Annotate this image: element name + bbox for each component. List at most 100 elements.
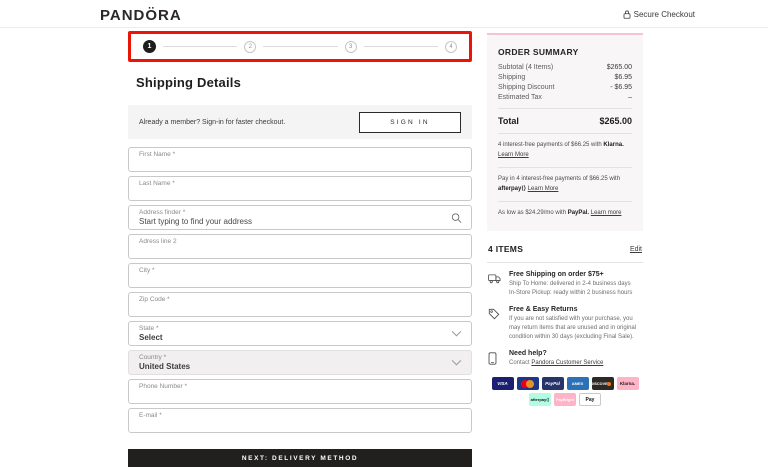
amex-badge: AMEX <box>567 377 589 390</box>
summary-row: Shipping $6.95 <box>498 74 632 81</box>
summary-row: Subtotal (4 Items) $265.00 <box>498 64 632 71</box>
field-label: State * <box>139 325 461 332</box>
bnpl-brand: PayPal. <box>568 210 589 216</box>
city-field[interactable]: City * <box>128 263 472 288</box>
state-select[interactable]: State *Select <box>128 321 472 346</box>
secure-checkout-label: Secure Checkout <box>634 10 695 19</box>
paypal-badge: PayPal <box>542 377 564 390</box>
email-field[interactable]: E-mail * <box>128 408 472 433</box>
info-title: Need help? <box>509 350 603 357</box>
info-body: If you are not satisfied with your purch… <box>509 315 643 342</box>
bnpl-promo: Pay in 4 interest-free payments of $66.2… <box>498 175 632 194</box>
summary-row-value: – <box>628 94 632 101</box>
field-label: Zip Code * <box>139 296 461 303</box>
first-name-field[interactable]: First Name * <box>128 147 472 172</box>
step-2[interactable]: 2 <box>244 41 256 53</box>
bnpl-promo: 4 interest-free payments of $66.25 with … <box>498 141 632 160</box>
discover-badge: DISCOVER <box>592 377 614 390</box>
field-value: Select <box>139 333 461 342</box>
mastercard-badge <box>517 377 539 390</box>
summary-row-value: $6.95 <box>614 74 632 81</box>
divider <box>498 201 632 202</box>
apple-pay-badge: Pay <box>579 393 601 406</box>
divider <box>498 108 632 109</box>
info-section: Need help? Contact Pandora Customer Servi… <box>487 350 643 368</box>
stepper-annotation-box: 1 2 3 4 <box>128 31 472 62</box>
order-summary-sidebar: ORDER SUMMARY Subtotal (4 Items)$265.00S… <box>487 33 643 406</box>
summary-row-value: - $6.95 <box>610 84 632 91</box>
summary-row: Shipping Discount - $6.95 <box>498 84 632 91</box>
lock-icon <box>623 10 631 19</box>
checkout-main-column: 1 2 3 4 Shipping Details Already a member? … <box>128 31 472 467</box>
field-placeholder: Start typing to find your address <box>139 217 461 226</box>
bnpl-promo: As low as $24.29/mo with PayPal. Learn m… <box>498 209 632 218</box>
learn-more-link[interactable]: Learn more <box>591 210 622 216</box>
chevron-down-icon <box>451 330 462 337</box>
info-title: Free Shipping on order $75+ <box>509 271 632 278</box>
page-title: Shipping Details <box>136 75 472 90</box>
step-1-current[interactable]: 1 <box>143 40 156 53</box>
divider <box>498 133 632 134</box>
field-label: Country * <box>139 354 461 361</box>
step-4[interactable]: 4 <box>445 41 457 53</box>
country-select: Country *United States <box>128 350 472 375</box>
summary-row-value: $265.00 <box>607 64 632 71</box>
sign-in-button[interactable]: SIGN IN <box>359 112 461 133</box>
total-value: $265.00 <box>599 116 632 126</box>
field-label: First Name * <box>139 151 461 158</box>
field-label: Last Name * <box>139 180 461 187</box>
next-delivery-method-button[interactable]: NEXT: DELIVERY METHOD <box>128 449 472 467</box>
last-name-field[interactable]: Last Name * <box>128 176 472 201</box>
summary-row-label: Shipping Discount <box>498 84 554 91</box>
summary-row-label: Subtotal (4 Items) <box>498 64 553 71</box>
field-label: Address finder * <box>139 209 461 216</box>
learn-more-link[interactable]: Learn More <box>498 151 529 160</box>
info-section: Free Shipping on order $75+ Ship To Home:… <box>487 271 643 298</box>
divider <box>487 262 643 263</box>
phone-icon <box>488 350 501 368</box>
afterpay-badge: afterpay⟨⟩ <box>529 393 551 406</box>
step-connector <box>263 46 337 47</box>
shipping-details-form: First Name *Last Name *Address finder *S… <box>128 147 472 433</box>
signin-prompt-text: Already a member? Sign-in for faster che… <box>139 119 285 126</box>
truck-icon <box>488 271 501 298</box>
bnpl-brand: afterpay⟨⟩ <box>498 186 526 192</box>
learn-more-link[interactable]: Learn More <box>528 185 559 194</box>
signin-banner: Already a member? Sign-in for faster che… <box>128 105 472 139</box>
badge-row: VISAPayPalAMEXDISCOVERKlarna. <box>492 377 639 390</box>
info-sections: Free Shipping on order $75+ Ship To Home:… <box>487 271 643 368</box>
top-header-bar: PANDÖRA Secure Checkout <box>0 0 768 28</box>
info-body: Ship To Home: delivered in 2-4 business … <box>509 280 632 298</box>
customer-service-link[interactable]: Pandora Customer Service <box>531 360 603 366</box>
search-icon <box>451 212 462 223</box>
payment-methods-badges: VISAPayPalAMEXDISCOVERKlarna.afterpay⟨⟩P… <box>487 377 643 406</box>
info-section: Free & Easy ReturnsIf you are not satisf… <box>487 306 643 342</box>
paybright-badge: PayBright <box>554 393 576 406</box>
items-header-row: 4 ITEMS Edit <box>488 244 642 254</box>
zip-code-field[interactable]: Zip Code * <box>128 292 472 317</box>
address-line-2-field[interactable]: Adress line 2 <box>128 234 472 259</box>
edit-items-link[interactable]: Edit <box>630 246 642 253</box>
order-summary-panel: ORDER SUMMARY Subtotal (4 Items)$265.00S… <box>487 33 643 231</box>
items-count-label: 4 ITEMS <box>488 244 523 254</box>
summary-row: Estimated Tax– <box>498 94 632 101</box>
secure-checkout-indicator: Secure Checkout <box>623 10 695 19</box>
chevron-down-icon <box>451 359 462 366</box>
divider <box>498 167 632 168</box>
field-label: Phone Number * <box>139 383 461 390</box>
field-label: Adress line 2 <box>139 238 461 245</box>
field-label: City * <box>139 267 461 274</box>
step-3[interactable]: 3 <box>345 41 357 53</box>
field-label: E-mail * <box>139 412 461 419</box>
summary-row-label: Shipping <box>498 74 525 81</box>
order-summary-title: ORDER SUMMARY <box>498 47 632 57</box>
phone-number-field[interactable]: Phone Number * <box>128 379 472 404</box>
payment-promos: 4 interest-free payments of $66.25 with … <box>498 141 632 218</box>
pandora-logo[interactable]: PANDÖRA <box>100 7 182 24</box>
info-body: Contact Pandora Customer Service <box>509 359 603 368</box>
tag-icon <box>488 306 501 342</box>
step-connector <box>364 46 438 47</box>
visa-badge: VISA <box>492 377 514 390</box>
badge-row: afterpay⟨⟩PayBrightPay <box>529 393 601 406</box>
address-finder-field[interactable]: Address finder *Start typing to find you… <box>128 205 472 230</box>
